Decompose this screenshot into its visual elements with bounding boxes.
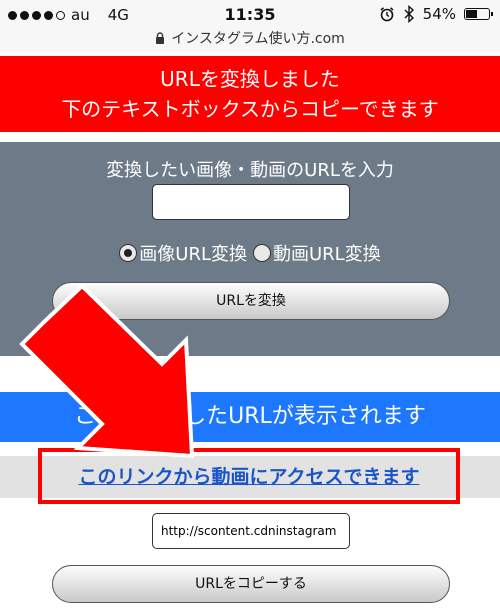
success-banner: URLを変換しました 下のテキストボックスからコピーできます [0,56,500,132]
status-icons: 54% [379,5,493,23]
status-bar: au 4G 11:35 54% インスタグラム使い方.com [0,0,500,52]
bluetooth-icon [404,5,414,23]
alarm-icon [380,7,394,22]
success-message-line1: URLを変換しました [160,67,340,91]
converter-title: 変換したい画像・動画のURLを入力 [106,160,394,181]
battery-icon [464,8,493,20]
converted-url-field[interactable]: http://scontent.cdninstagram [152,513,350,549]
url-input[interactable] [152,184,350,220]
radio-video-option[interactable]: 動画URL変換 [253,240,381,266]
page-url: インスタグラム使い方.com [171,31,345,47]
converter-panel: 変換したい画像・動画のURLを入力 画像URL変換 動画URL変換 URLを変換 [0,142,500,356]
convert-type-radio-group: 画像URL変換 動画URL変換 [0,240,500,266]
radio-image-button[interactable] [119,244,138,262]
copy-url-button[interactable]: URLをコピーする [52,565,450,603]
lock-icon [156,32,165,44]
battery-percent: 54% [422,5,456,23]
success-message-line2: 下のテキストボックスからコピーできます [61,97,439,121]
result-banner: ここに変換したURLが表示されます [0,392,500,442]
radio-video-button[interactable] [253,244,271,262]
radio-image-option[interactable]: 画像URL変換 [119,240,247,266]
battery-fill [466,10,478,18]
address-bar[interactable]: インスタグラム使い方.com [0,28,500,48]
convert-button[interactable]: URLを変換 [52,282,450,320]
highlight-box [38,448,460,504]
radio-image-label: 画像URL変換 [139,244,247,265]
radio-video-label: 動画URL変換 [273,244,381,265]
